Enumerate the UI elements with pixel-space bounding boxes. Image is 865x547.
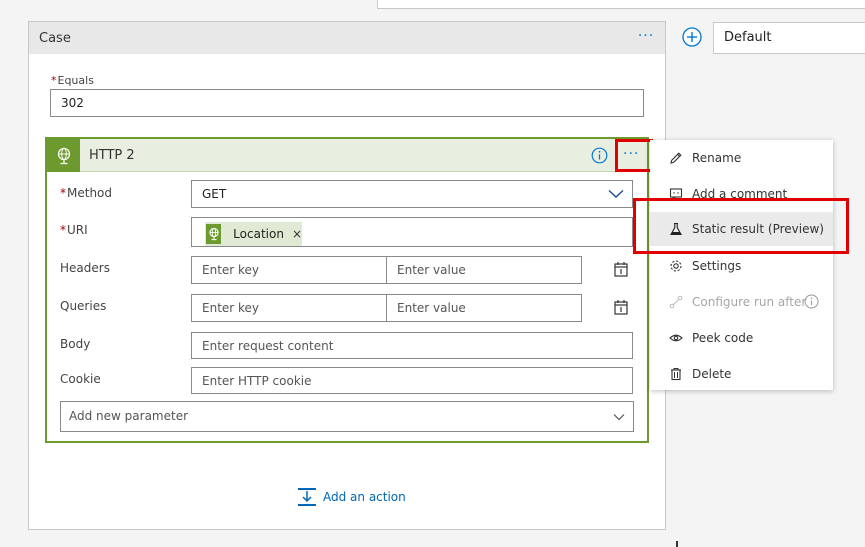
method-value: GET — [202, 187, 227, 201]
switch-to-text-mode-icon[interactable] — [613, 261, 629, 277]
menu-item-configure-run-after[interactable]: Configure run after — [650, 285, 833, 319]
location-token-label: Location — [233, 227, 284, 241]
body-input[interactable]: Enter request content — [191, 332, 633, 359]
add-action-label: Add an action — [323, 490, 406, 504]
action-context-menu: Rename Add a comment Static result (Prev… — [650, 140, 833, 390]
gear-icon — [668, 258, 684, 274]
more-options-highlight — [615, 139, 653, 172]
http-globe-icon — [47, 139, 80, 172]
menu-item-peek-code[interactable]: Peek code — [650, 321, 833, 355]
token-globe-icon — [206, 224, 222, 244]
eye-icon — [668, 330, 684, 346]
queries-key-input[interactable]: Enter key — [191, 294, 387, 322]
menu-item-settings[interactable]: Settings — [650, 249, 833, 283]
default-case-header[interactable]: Default — [713, 22, 865, 54]
case-title: Case — [39, 30, 71, 46]
pencil-icon — [668, 150, 684, 166]
top-panel-edge — [377, 0, 865, 9]
headers-label: Headers — [60, 261, 110, 275]
info-icon[interactable] — [804, 294, 819, 309]
add-case-icon[interactable] — [682, 27, 702, 47]
bottom-marker — [676, 541, 678, 547]
queries-label: Queries — [60, 299, 107, 313]
token-remove-icon[interactable]: × — [292, 221, 302, 247]
queries-value-input[interactable]: Enter value — [386, 294, 582, 322]
add-new-parameter-select[interactable]: Add new parameter — [60, 401, 634, 432]
cookie-input[interactable]: Enter HTTP cookie — [191, 367, 633, 394]
menu-item-rename[interactable]: Rename — [650, 141, 833, 175]
headers-value-input[interactable]: Enter value — [386, 256, 582, 284]
chevron-down-icon — [613, 414, 625, 421]
headers-key-input[interactable]: Enter key — [191, 256, 387, 284]
case-header[interactable]: Case ··· — [29, 22, 665, 54]
case-more-options-icon[interactable]: ··· — [635, 29, 657, 47]
http-action-title: HTTP 2 — [89, 148, 135, 163]
static-result-highlight — [633, 198, 849, 254]
chevron-down-icon — [608, 189, 624, 198]
trash-icon — [668, 366, 684, 382]
location-token[interactable]: Location × — [205, 222, 302, 246]
add-action-button[interactable]: Add an action — [297, 487, 406, 507]
method-label: *Method — [60, 186, 113, 200]
info-icon[interactable] — [591, 147, 608, 164]
http-action-header[interactable]: HTTP 2 ··· — [47, 139, 647, 172]
uri-label: *URI — [60, 223, 88, 237]
equals-label: *Equals — [51, 74, 94, 87]
http-action-card: HTTP 2 ··· *Method GET *URI Location × H… — [45, 137, 653, 443]
uri-input[interactable]: Location × — [191, 217, 633, 247]
method-select[interactable]: GET — [191, 180, 633, 208]
body-label: Body — [60, 337, 91, 351]
switch-to-text-mode-icon[interactable] — [613, 299, 629, 315]
equals-input[interactable]: 302 — [50, 89, 644, 117]
menu-item-delete[interactable]: Delete — [650, 357, 833, 391]
cookie-label: Cookie — [60, 372, 101, 386]
add-action-icon — [298, 488, 316, 506]
run-after-icon — [668, 294, 684, 310]
